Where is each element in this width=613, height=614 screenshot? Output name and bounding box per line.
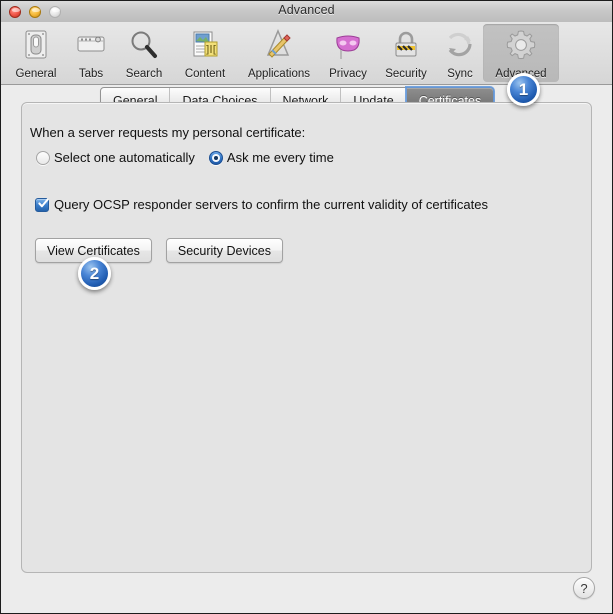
ocsp-checkbox[interactable]	[35, 197, 49, 212]
checkmark-icon	[38, 197, 49, 207]
toolbar-label-privacy: Privacy	[329, 68, 367, 80]
personal-certificate-label: When a server requests my personal certi…	[30, 125, 306, 140]
help-button[interactable]: ?	[573, 577, 595, 599]
toolbar-label-applications: Applications	[247, 68, 310, 80]
radio-select-one-automatically-dot[interactable]	[36, 150, 50, 165]
toolbar-label-sync: Sync	[447, 68, 473, 80]
privacy-mask-icon	[336, 35, 360, 59]
content-document-icon: ]I[	[193, 31, 218, 57]
radio-ask-me-every-time[interactable]: Ask me every time	[208, 150, 334, 165]
radio-ask-me-every-time-label: Ask me every time	[226, 150, 334, 165]
toolbar-item-general[interactable]: General	[5, 24, 67, 82]
toolbar-label-security: Security	[385, 68, 427, 80]
search-magnifier-icon	[131, 31, 157, 58]
ocsp-checkbox-row[interactable]: Query OCSP responder servers to confirm …	[35, 197, 488, 212]
sync-arrows-icon	[448, 32, 472, 57]
toolbar-label-tabs: Tabs	[78, 68, 104, 80]
callout-badge-1: 1	[507, 73, 540, 106]
security-padlock-icon	[395, 31, 417, 57]
preferences-window: Advanced General Tabs Search]I[Content…	[0, 0, 613, 614]
ocsp-checkbox-label: Query OCSP responder servers to confirm …	[54, 197, 488, 212]
callout-badge-2: 2	[78, 257, 111, 290]
tabs-icon	[77, 36, 105, 52]
certificate-buttons-row: View Certificates Security Devices	[35, 238, 297, 263]
toolbar-item-tabs[interactable]: Tabs	[67, 24, 115, 82]
toolbar-label-general: General	[15, 68, 57, 80]
toolbar-item-content[interactable]: ]I[ Content	[173, 24, 237, 82]
toolbar-item-applications[interactable]: Applications	[237, 24, 321, 82]
general-switch-icon	[25, 30, 47, 59]
advanced-gear-icon	[506, 30, 536, 60]
security-devices-button[interactable]: Security Devices	[165, 238, 283, 263]
toolbar-label-content: Content	[184, 68, 226, 80]
toolbar-item-privacy[interactable]: Privacy	[321, 24, 375, 82]
toolbar-item-security[interactable]: Security	[375, 24, 437, 82]
certificates-panel: When a server requests my personal certi…	[21, 102, 592, 573]
title-bar: Advanced	[1, 1, 612, 23]
window-title: Advanced	[278, 3, 335, 17]
radio-select-one-automatically-label: Select one automatically	[54, 150, 195, 165]
applications-icon	[266, 29, 291, 58]
toolbar-label-search: Search	[125, 68, 163, 80]
toolbar-item-search[interactable]: Search	[115, 24, 173, 82]
toolbar-item-sync[interactable]: Sync	[437, 24, 483, 82]
svg-text:]I[: ]I[	[205, 43, 217, 56]
certificate-selection-radio-group: Select one automatically Ask me every ti…	[36, 150, 348, 165]
radio-ask-me-every-time-dot[interactable]	[208, 150, 223, 165]
radio-select-one-automatically[interactable]: Select one automatically	[36, 150, 195, 165]
